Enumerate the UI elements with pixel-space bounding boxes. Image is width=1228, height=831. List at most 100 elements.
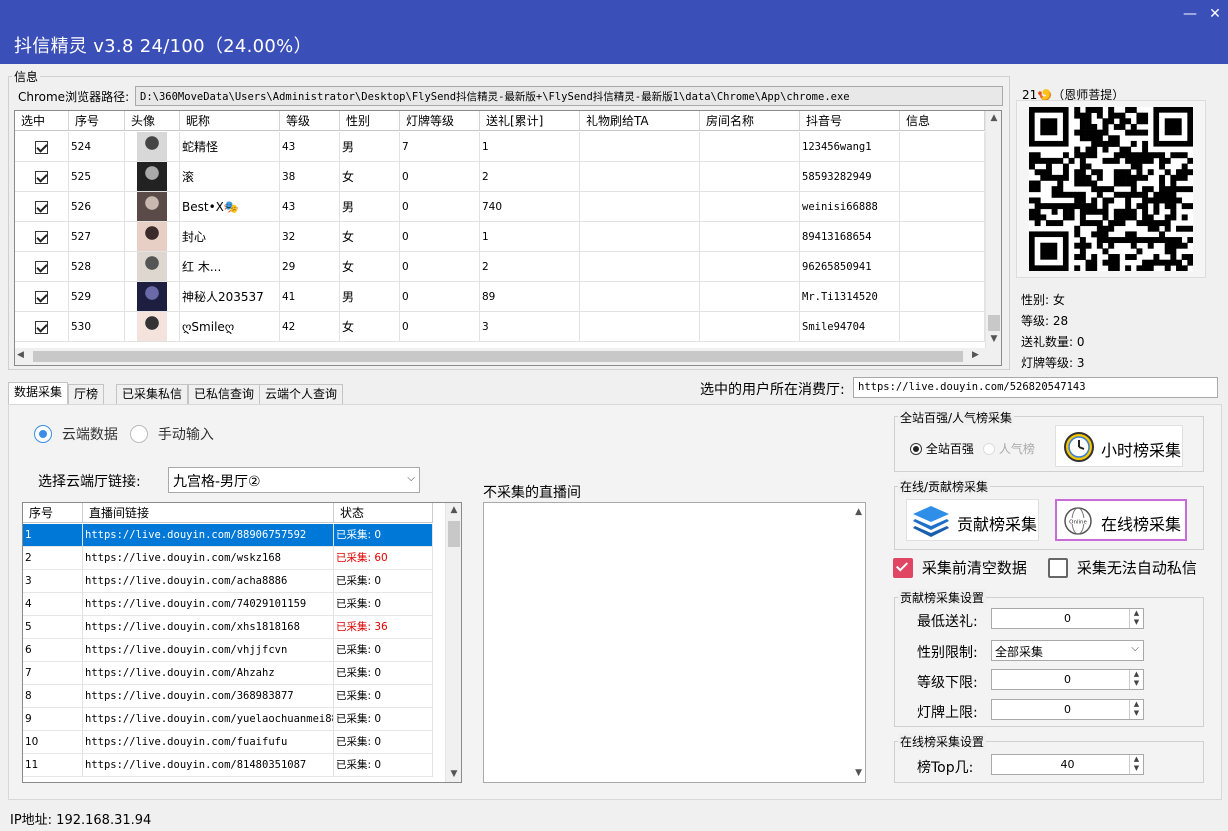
grid-header-cell[interactable]: 序号 <box>69 111 125 131</box>
grid-cell[interactable] <box>700 282 800 312</box>
user-grid[interactable]: 选中 序号 头像 昵称 等级 性别 灯牌等级 送礼[累计] 礼物刷给TA 房间名称 抖音号 信息 52… <box>14 110 1002 366</box>
link-list-header-cell[interactable]: 直播间链接 <box>83 503 334 523</box>
grid-cell[interactable]: 0 <box>400 222 480 252</box>
grid-cell[interactable]: 529 <box>69 282 125 312</box>
grid-cell[interactable]: 2 <box>480 162 580 192</box>
scroll-down-icon[interactable]: ▼ <box>855 768 862 778</box>
grid-cell[interactable]: 38 <box>280 162 340 192</box>
minimize-button[interactable]: — <box>1179 4 1201 24</box>
checkbox-checked-icon[interactable] <box>35 200 48 214</box>
grid-cell[interactable] <box>900 252 985 282</box>
grid-cell[interactable] <box>700 252 800 282</box>
grid-vertical-scrollbar[interactable]: ▲ ▼ <box>985 111 1001 348</box>
hourly-rank-button[interactable]: 小时榜采集 <box>1055 425 1183 467</box>
grid-cell[interactable]: 0 <box>400 252 480 282</box>
grid-cell[interactable] <box>700 162 800 192</box>
close-button[interactable]: ✕ <box>1204 4 1226 24</box>
scroll-thumb[interactable] <box>448 521 460 547</box>
grid-cell[interactable]: Best•X🎭 <box>180 192 280 222</box>
grid-cell[interactable]: 528 <box>69 252 125 282</box>
grid-cell[interactable]: Smile94704 <box>800 312 900 342</box>
tab-cloud-query[interactable]: 云端个人查询 <box>259 384 344 404</box>
grid-cell[interactable]: 女 <box>340 222 400 252</box>
grid-cell[interactable] <box>580 282 700 312</box>
grid-cell[interactable] <box>580 162 700 192</box>
grid-cell[interactable]: 男 <box>340 192 400 222</box>
grid-cell[interactable]: Mr.Ti1314520 <box>800 282 900 312</box>
grid-header-cell[interactable]: 灯牌等级 <box>400 111 480 131</box>
checkbox-checked-icon[interactable] <box>35 260 48 274</box>
grid-cell[interactable]: 封心 <box>180 222 280 252</box>
grid-header-cell[interactable]: 昵称 <box>180 111 280 131</box>
grid-cell[interactable] <box>15 312 69 342</box>
grid-cell[interactable] <box>700 222 800 252</box>
grid-cell[interactable] <box>900 282 985 312</box>
grid-cell[interactable] <box>15 282 69 312</box>
grid-cell[interactable]: 女 <box>340 252 400 282</box>
grid-header-cell[interactable]: 选中 <box>15 111 69 131</box>
grid-cell[interactable] <box>125 312 180 342</box>
grid-cell[interactable]: 神秘人203537 <box>180 282 280 312</box>
grid-cell[interactable]: 740 <box>480 192 580 222</box>
grid-horizontal-scrollbar[interactable]: ◀ ▶ <box>15 348 1001 365</box>
link-list-scrollbar[interactable]: ▲ ▼ <box>445 503 461 782</box>
stepper-arrows-icon[interactable]: ▲ ▼ <box>1129 670 1143 689</box>
grid-cell[interactable] <box>580 312 700 342</box>
link-list-header-cell[interactable]: 序号 <box>23 503 83 523</box>
link-list-header-cell[interactable]: 状态 <box>334 503 433 523</box>
grid-header-cell[interactable]: 信息 <box>900 111 985 131</box>
grid-cell[interactable]: 89 <box>480 282 580 312</box>
grid-cell[interactable] <box>580 252 700 282</box>
grid-header-cell[interactable]: 抖音号 <box>800 111 900 131</box>
grid-cell[interactable] <box>15 252 69 282</box>
grid-header-cell[interactable]: 送礼[累计] <box>480 111 580 131</box>
grid-cell[interactable]: 29 <box>280 252 340 282</box>
scroll-up-icon[interactable]: ▲ <box>855 507 862 517</box>
selected-room-field[interactable]: https://live.douyin.com/526820547143 <box>853 377 1218 398</box>
popular-radio[interactable]: 人气榜 <box>983 440 1035 457</box>
grid-cell[interactable] <box>125 252 180 282</box>
manual-input-radio[interactable]: 手动输入 <box>130 424 214 444</box>
grid-cell[interactable] <box>125 132 180 162</box>
top-n-stepper[interactable]: 40 ▲ ▼ <box>991 754 1144 775</box>
grid-cell[interactable] <box>900 222 985 252</box>
grid-cell[interactable]: 0 <box>400 282 480 312</box>
checkbox-checked-icon[interactable] <box>35 320 48 334</box>
grid-cell[interactable]: 41 <box>280 282 340 312</box>
grid-cell[interactable] <box>580 192 700 222</box>
grid-header-cell[interactable]: 礼物刷给TA <box>580 111 700 131</box>
grid-cell[interactable]: 女 <box>340 162 400 192</box>
scroll-thumb[interactable] <box>988 315 1000 331</box>
grid-cell[interactable]: 红 木... <box>180 252 280 282</box>
scroll-down-icon[interactable]: ▼ <box>446 769 461 779</box>
stepper-arrows-icon[interactable]: ▲ ▼ <box>1129 755 1143 774</box>
scroll-down-icon[interactable]: ▼ <box>986 334 1001 344</box>
grid-cell[interactable]: 3 <box>480 312 580 342</box>
top100-radio[interactable]: 全站百强 <box>910 440 974 457</box>
grid-cell[interactable] <box>580 132 700 162</box>
grid-cell[interactable]: 1 <box>480 222 580 252</box>
grid-cell[interactable]: 42 <box>280 312 340 342</box>
grid-cell[interactable]: 43 <box>280 192 340 222</box>
checkbox-checked-icon[interactable] <box>35 170 48 184</box>
grid-cell[interactable] <box>700 192 800 222</box>
grid-cell[interactable]: 89413168654 <box>800 222 900 252</box>
grid-cell[interactable]: 32 <box>280 222 340 252</box>
grid-cell[interactable]: 525 <box>69 162 125 192</box>
exclude-rooms-textarea[interactable]: ▲ ▼ <box>483 502 866 783</box>
grid-cell[interactable] <box>580 222 700 252</box>
scroll-up-icon[interactable]: ▲ <box>446 505 461 515</box>
grid-cell[interactable] <box>125 282 180 312</box>
grid-cell[interactable] <box>900 162 985 192</box>
contrib-rank-button[interactable]: 贡献榜采集 <box>906 499 1039 541</box>
checkbox-checked-icon[interactable] <box>35 290 48 304</box>
grid-cell[interactable] <box>900 192 985 222</box>
grid-cell[interactable]: 0 <box>400 312 480 342</box>
grid-cell[interactable] <box>125 222 180 252</box>
grid-header-cell[interactable]: 等级 <box>280 111 340 131</box>
grid-cell[interactable]: ღSmileღ <box>180 312 280 342</box>
grid-cell[interactable] <box>15 192 69 222</box>
grid-cell[interactable]: weinisi66888 <box>800 192 900 222</box>
chrome-path-field[interactable]: D:\360MoveData\Users\Administrator\Deskt… <box>135 86 1003 106</box>
checkbox-checked-icon[interactable] <box>35 230 48 244</box>
